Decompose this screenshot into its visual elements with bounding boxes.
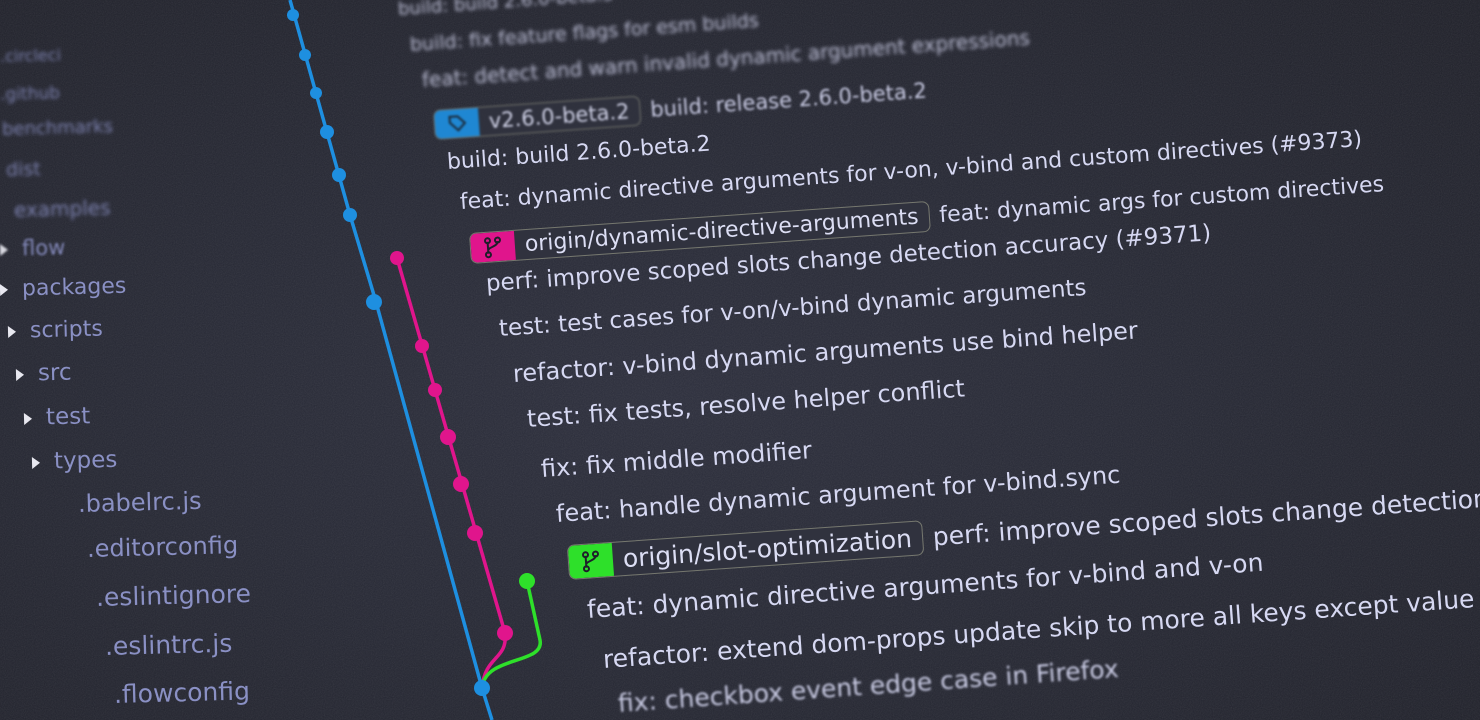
dynamic-branch-line (395, 257, 507, 689)
commit-node[interactable] (519, 573, 535, 589)
commit-node[interactable] (497, 625, 513, 641)
commit-node[interactable] (428, 383, 442, 397)
commit-node[interactable] (287, 9, 299, 21)
commit-node[interactable] (332, 168, 346, 182)
commit-node[interactable] (415, 339, 429, 353)
commit-node[interactable] (474, 680, 490, 696)
commit-node[interactable] (390, 251, 404, 265)
git-branch-icon (469, 230, 516, 263)
commit-node[interactable] (467, 525, 483, 541)
commit-node[interactable] (310, 87, 322, 99)
tag-icon (434, 108, 480, 140)
commit-node[interactable] (366, 294, 382, 310)
commit-node[interactable] (440, 429, 456, 445)
git-branch-icon (567, 542, 615, 579)
commit-node[interactable] (299, 49, 311, 61)
commit-node[interactable] (320, 125, 334, 139)
commit-node[interactable] (343, 208, 357, 222)
commit-node[interactable] (453, 476, 469, 492)
